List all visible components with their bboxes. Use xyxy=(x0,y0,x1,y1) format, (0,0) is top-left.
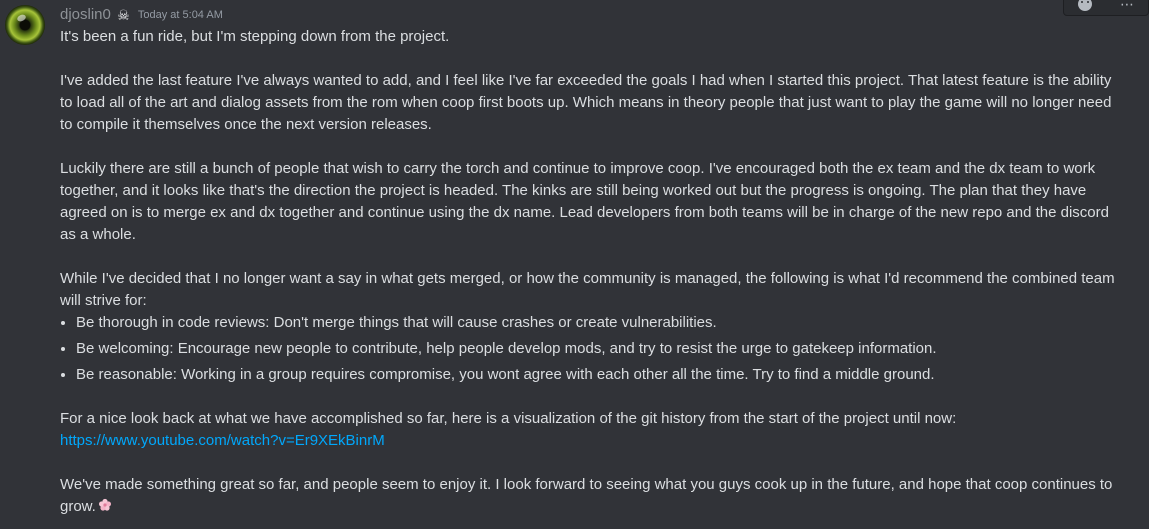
paragraph-4: While I've decided that I no longer want… xyxy=(60,270,1115,309)
paragraph-5: For a nice look back at what we have acc… xyxy=(60,410,957,427)
paragraph-6: We've made something great so far, and p… xyxy=(60,474,1120,518)
list-item: Be thorough in code reviews: Don't merge… xyxy=(76,312,1120,334)
paragraph-3: Luckily there are still a bunch of peopl… xyxy=(60,160,1109,243)
username[interactable]: djoslin0 xyxy=(60,4,111,26)
paragraph-2: I've added the last feature I've always … xyxy=(60,72,1112,133)
paragraph-1: It's been a fun ride, but I'm stepping d… xyxy=(60,28,450,45)
message-toolbar: ⋯ xyxy=(1063,0,1149,16)
youtube-link[interactable]: https://www.youtube.com/watch?v=Er9XEkBi… xyxy=(60,432,385,449)
add-reaction-button[interactable] xyxy=(1072,0,1098,14)
add-reaction-icon xyxy=(1078,0,1092,11)
cherry-blossom-icon xyxy=(98,498,111,511)
message-header: djoslin0 ☠ Today at 5:04 AM xyxy=(60,4,1133,26)
recommendation-list: Be thorough in code reviews: Don't merge… xyxy=(60,312,1120,386)
paragraph-6-text: We've made something great so far, and p… xyxy=(60,476,1113,515)
timestamp: Today at 5:04 AM xyxy=(137,9,223,21)
more-button[interactable]: ⋯ xyxy=(1114,0,1140,14)
list-item: Be welcoming: Encourage new people to co… xyxy=(76,338,1120,360)
avatar[interactable] xyxy=(5,5,45,45)
message: ⋯ djoslin0 ☠ Today at 5:04 AM It's been … xyxy=(0,0,1149,529)
message-content: It's been a fun ride, but I'm stepping d… xyxy=(60,26,1120,518)
skull-icon: ☠ xyxy=(117,6,130,23)
list-item: Be reasonable: Working in a group requir… xyxy=(76,364,1120,386)
